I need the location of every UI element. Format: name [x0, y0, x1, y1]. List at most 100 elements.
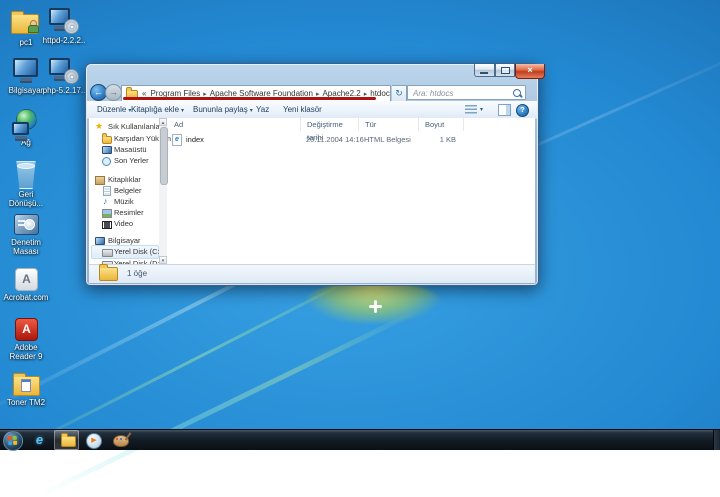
show-desktop-button[interactable] — [713, 430, 720, 450]
desktop-icon-php-installer[interactable]: php-5.2.17.. — [41, 56, 87, 95]
recent-places-icon — [102, 157, 111, 166]
sidebar-item-video[interactable]: Video — [102, 218, 133, 229]
desktop-icon-label: Ağ — [3, 138, 49, 147]
paint-palette-icon — [113, 435, 129, 447]
item-count: 1 öğe — [127, 269, 147, 278]
music-note-icon: ♪ — [103, 197, 108, 206]
menu-yaz[interactable]: Yaz — [256, 101, 269, 118]
maximize-button[interactable] — [495, 64, 515, 77]
sidebar-item-music[interactable]: ♪ Müzik — [102, 196, 134, 207]
taskbar: e ▶ ▴ ⚑ 13:44 06.12.2011 — [0, 429, 720, 450]
column-header-name[interactable]: Ad ▴ — [168, 118, 301, 131]
preview-pane-icon[interactable] — [498, 104, 511, 116]
taskbar-media-player[interactable]: ▶ — [81, 430, 106, 450]
desktop-icon-acrobat-com[interactable]: A Acrobat.com — [3, 266, 49, 302]
taskbar-paint[interactable] — [108, 430, 133, 450]
file-row-index[interactable]: e index 20.11.2004 14:16 HTML Belgesi 1 … — [168, 133, 535, 146]
installer-icon — [44, 56, 84, 86]
desktop-icon-denetim-masasi[interactable]: Denetim Masası — [3, 212, 49, 256]
adobe-reader-icon: A — [6, 316, 46, 343]
network-globe-icon — [6, 108, 46, 138]
sidebar-item-libraries[interactable]: Kitaplıklar — [95, 174, 141, 185]
acrobat-icon: A — [6, 266, 46, 293]
command-bar: Düzenle▾ Kitaplığa ekle▾ Bununla paylaş▾… — [87, 101, 537, 119]
folder-icon — [6, 372, 46, 398]
desktop-icon-label: Acrobat.com — [3, 293, 49, 302]
computer-icon — [95, 237, 105, 245]
search-placeholder: Ara: htdocs — [413, 89, 453, 98]
sidebar-item-favorites[interactable]: ★ Sık Kullanılanlar — [95, 121, 162, 132]
wallpaper-sparkle — [369, 300, 382, 313]
recycle-bin-icon — [6, 160, 46, 190]
desktop-monitor-icon — [102, 146, 112, 154]
desktop-icon-recycle-bin[interactable]: Geri Dönüşü... — [3, 160, 49, 208]
desktop-icon-label: Denetim Masası — [3, 238, 49, 256]
libraries-icon — [95, 176, 105, 185]
taskbar-windows-explorer[interactable] — [54, 430, 79, 450]
sidebar-item-local-disk-c[interactable]: Yerel Disk (C:) — [102, 246, 162, 257]
desktop-icon-adobe-reader[interactable]: A Adobe Reader 9 — [3, 316, 49, 361]
forward-button[interactable]: → — [105, 84, 122, 101]
menu-kitapliga-ekle[interactable]: Kitaplığa ekle▾ — [131, 101, 184, 118]
documents-icon — [103, 186, 111, 196]
explorer-content: ★ Sık Kullanılanlar Karşıdan Yüklem Masa… — [89, 118, 535, 264]
help-button[interactable]: ? — [516, 104, 529, 117]
scrollbar-up-icon[interactable]: ▴ — [159, 118, 167, 126]
sidebar-item-computer[interactable]: Bilgisayar — [95, 235, 141, 246]
star-icon: ★ — [95, 122, 103, 131]
views-icon[interactable] — [465, 105, 477, 114]
desktop-icon-label: httpd-2.2.2.. — [41, 36, 87, 45]
search-icon[interactable] — [513, 89, 521, 97]
desktop-icon-ag-network[interactable]: Ağ — [3, 108, 49, 147]
explorer-folder-icon — [61, 436, 76, 447]
disk-icon — [102, 249, 113, 257]
start-button[interactable] — [3, 431, 23, 451]
menu-bununla-paylas[interactable]: Bununla paylaş▾ — [193, 101, 253, 118]
sidebar-item-pictures[interactable]: Resimler — [102, 207, 144, 218]
video-icon — [102, 221, 112, 229]
file-name: index — [186, 133, 204, 146]
sidebar-item-recent-places[interactable]: Son Yerler — [102, 155, 149, 166]
windows-flag-icon — [8, 436, 18, 446]
pictures-icon — [102, 209, 112, 218]
scrollbar-down-icon[interactable]: ▾ — [159, 256, 167, 264]
taskbar-internet-explorer[interactable]: e — [27, 430, 52, 450]
media-player-icon: ▶ — [86, 433, 102, 449]
file-type: HTML Belgesi — [364, 133, 411, 146]
internet-explorer-icon: e — [36, 432, 43, 447]
file-modified: 20.11.2004 14:16 — [306, 133, 364, 146]
desktop-icon-label: Adobe Reader 9 — [3, 343, 49, 361]
views-dropdown-icon[interactable]: ▾ — [480, 106, 483, 113]
column-header-modified[interactable]: Değiştirme tarihi — [301, 118, 359, 131]
menu-yeni-klasor[interactable]: Yeni klasör — [283, 101, 322, 118]
control-panel-icon — [6, 212, 46, 238]
scrollbar-thumb[interactable] — [160, 127, 168, 185]
annotation-underline — [123, 97, 376, 100]
sidebar-item-desktop[interactable]: Masaüstü — [102, 144, 147, 155]
column-header-size[interactable]: Boyut — [419, 118, 464, 131]
details-pane: 1 öğe — [89, 264, 535, 283]
desktop-icon-label: Toner TM2 — [3, 398, 49, 407]
chevron-down-icon: ▾ — [179, 108, 184, 114]
menu-duzenle[interactable]: Düzenle▾ — [97, 101, 131, 118]
refresh-button[interactable]: ↻ — [392, 85, 407, 102]
wallpaper-streak — [40, 308, 420, 497]
sidebar-item-documents[interactable]: Belgeler — [102, 185, 142, 196]
folder-icon — [99, 267, 118, 281]
desktop-icon-toner-folder[interactable]: Toner TM2 — [3, 372, 49, 407]
chevron-down-icon: ▾ — [248, 108, 253, 114]
html-file-icon: e — [172, 134, 182, 146]
column-header-type[interactable]: Tür — [359, 118, 419, 131]
caption-buttons: × — [474, 64, 545, 79]
downloads-folder-icon — [102, 134, 111, 143]
desktop-icon-httpd-installer[interactable]: httpd-2.2.2.. — [41, 6, 87, 45]
file-size: 1 KB — [419, 133, 456, 146]
minimize-button[interactable] — [474, 64, 495, 77]
search-input[interactable]: Ara: htdocs — [407, 85, 526, 100]
desktop-icon-label: Geri Dönüşü... — [3, 190, 49, 208]
shared-folder-icon — [6, 8, 46, 38]
close-button[interactable]: × — [515, 64, 545, 79]
desktop-icon-label: php-5.2.17.. — [41, 86, 87, 95]
installer-icon — [44, 6, 84, 36]
computer-icon — [6, 56, 46, 86]
